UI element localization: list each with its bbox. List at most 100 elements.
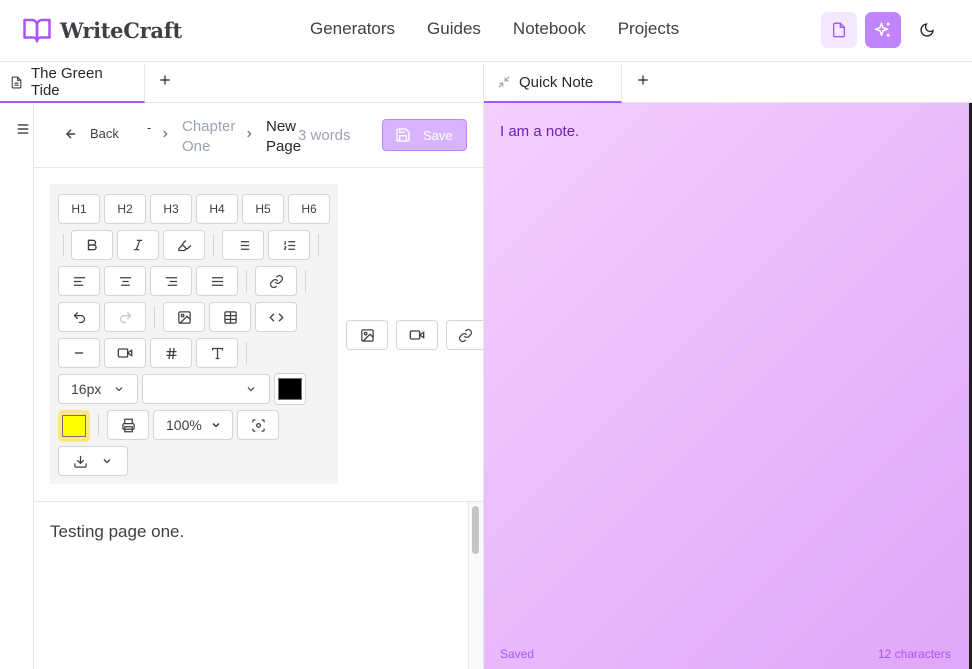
download-icon <box>74 455 87 468</box>
bullet-list-button[interactable] <box>222 230 264 260</box>
nav-notebook[interactable]: Notebook <box>513 19 586 39</box>
editor-content[interactable]: Testing page one. <box>50 522 184 542</box>
download-menu-button[interactable] <box>58 446 128 476</box>
heading-label: H2 <box>117 202 133 216</box>
print-button[interactable] <box>107 410 149 440</box>
highlight-button[interactable] <box>163 230 205 260</box>
document-icon <box>831 22 847 38</box>
save-icon <box>396 128 410 142</box>
link-icon <box>458 328 472 342</box>
table-icon <box>223 310 237 324</box>
highlighter-icon <box>177 239 191 251</box>
tab-quick-note[interactable]: Quick Note <box>484 63 622 103</box>
quick-note-area[interactable] <box>484 103 969 669</box>
chevron-down-icon <box>247 387 255 392</box>
heading-2-button[interactable]: H2 <box>104 194 146 224</box>
insert-table-button[interactable] <box>209 302 251 332</box>
app-logo[interactable]: WriteCraft <box>22 15 182 45</box>
toolbar-separator <box>318 234 319 256</box>
image-icon <box>360 328 374 342</box>
editor-border <box>34 501 483 502</box>
heading-label: H3 <box>163 202 179 216</box>
zoom-select[interactable]: 100% <box>153 410 233 440</box>
heading-6-button[interactable]: H6 <box>288 194 330 224</box>
highlight-color-swatch <box>62 415 86 437</box>
redo-icon <box>119 311 131 323</box>
add-tab-button[interactable] <box>158 73 172 87</box>
book-icon <box>22 15 52 45</box>
add-tab-button[interactable] <box>636 73 650 87</box>
align-left-icon <box>73 276 85 286</box>
chevron-right-icon <box>160 128 170 140</box>
highlight-color-picker[interactable] <box>58 410 90 442</box>
toolbar-separator <box>213 234 214 256</box>
ai-assistant-button[interactable] <box>865 12 901 48</box>
left-tab-bar: The Green Tide <box>0 63 484 103</box>
nav-projects[interactable]: Projects <box>618 19 679 39</box>
insert-video-button[interactable] <box>396 320 438 350</box>
note-char-count: 12 characters <box>878 647 951 661</box>
font-size-select[interactable]: 16px <box>58 374 138 404</box>
back-label: Back <box>90 126 119 141</box>
hashtag-button[interactable] <box>150 338 192 368</box>
insert-video-button[interactable] <box>104 338 146 368</box>
align-center-icon <box>119 276 131 286</box>
heading-label: H5 <box>255 202 271 216</box>
sidebar-toggle[interactable] <box>16 122 30 136</box>
note-save-status: Saved <box>500 647 535 661</box>
heading-label: H1 <box>71 202 87 216</box>
app-header: WriteCraft Generators Guides Notebook Pr… <box>0 0 972 62</box>
horizontal-rule-button[interactable] <box>58 338 100 368</box>
align-justify-button[interactable] <box>196 266 238 296</box>
font-family-select[interactable] <box>142 374 270 404</box>
document-icon <box>10 76 23 89</box>
heading-4-button[interactable]: H4 <box>196 194 238 224</box>
align-center-button[interactable] <box>104 266 146 296</box>
zoom-value: 100% <box>166 417 202 433</box>
quick-note-button[interactable] <box>821 12 857 48</box>
nav-guides[interactable]: Guides <box>427 19 481 39</box>
back-button[interactable]: Back <box>64 126 119 141</box>
save-button[interactable]: Save <box>382 119 467 151</box>
heading-1-button[interactable]: H1 <box>58 194 100 224</box>
breadcrumb-chapter[interactable]: Chapter One <box>182 117 238 157</box>
sparkles-icon <box>874 21 892 39</box>
tab-the-green-tide[interactable]: The Green Tide <box>0 63 145 103</box>
align-right-icon <box>165 276 177 286</box>
font-size-value: 16px <box>71 381 102 397</box>
numbered-list-button[interactable] <box>268 230 310 260</box>
arrow-left-icon <box>65 128 76 139</box>
code-button[interactable] <box>255 302 297 332</box>
image-icon <box>177 310 191 324</box>
video-icon <box>409 330 425 340</box>
breadcrumb-book[interactable]: - <box>147 120 151 135</box>
undo-button[interactable] <box>58 302 100 332</box>
text-color-picker[interactable] <box>274 373 306 405</box>
save-label: Save <box>423 127 453 143</box>
focus-mode-button[interactable] <box>237 410 279 440</box>
moon-icon <box>919 22 935 38</box>
scrollbar-thumb[interactable] <box>472 506 479 554</box>
bullet-list-icon <box>237 240 249 250</box>
bold-button[interactable] <box>71 230 113 260</box>
align-right-button[interactable] <box>150 266 192 296</box>
insert-image-button[interactable] <box>163 302 205 332</box>
note-content[interactable]: I am a note. <box>500 123 579 140</box>
insert-link-button[interactable] <box>446 320 483 350</box>
collapse-icon <box>497 75 511 89</box>
insert-link-button[interactable] <box>255 266 297 296</box>
toolbar-separator <box>154 306 155 328</box>
bold-icon <box>87 239 97 251</box>
heading-5-button[interactable]: H5 <box>242 194 284 224</box>
insert-image-button[interactable] <box>346 320 388 350</box>
heading-3-button[interactable]: H3 <box>150 194 192 224</box>
align-left-button[interactable] <box>58 266 100 296</box>
italic-button[interactable] <box>117 230 159 260</box>
breadcrumb-page: New Page <box>266 118 302 155</box>
undo-icon <box>73 311 85 323</box>
redo-button[interactable] <box>104 302 146 332</box>
chevron-down-icon <box>103 459 111 464</box>
text-format-button[interactable] <box>196 338 238 368</box>
nav-generators[interactable]: Generators <box>310 19 395 39</box>
theme-toggle-button[interactable] <box>909 12 945 48</box>
